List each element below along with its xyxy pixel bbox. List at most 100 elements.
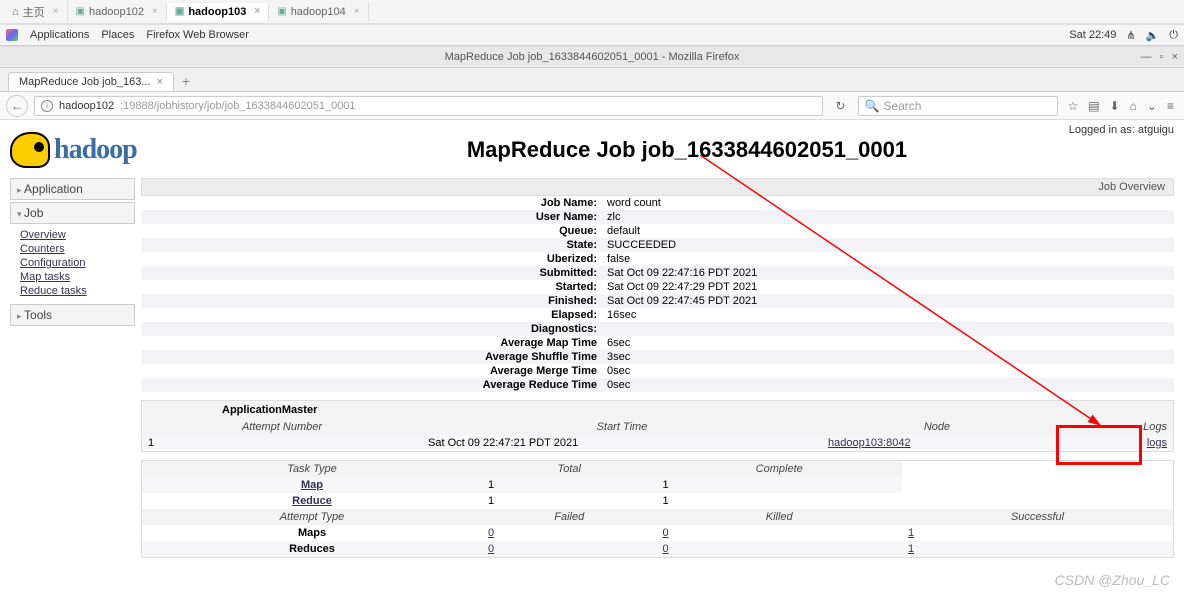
kv-value: false <box>601 252 1174 266</box>
sidebar: Application Job Overview Counters Config… <box>10 178 135 558</box>
logs-link[interactable]: logs <box>1147 437 1167 449</box>
kv-row: Average Shuffle Time3sec <box>141 350 1174 364</box>
terminal-icon: ▣ <box>277 6 286 17</box>
terminal-icon: ▣ <box>175 6 184 17</box>
job-properties: Job Name:word countUser Name:zlcQueue:de… <box>141 196 1174 392</box>
close-icon[interactable]: × <box>354 6 360 17</box>
cell-type: Reduces <box>142 541 482 557</box>
sidebar-section-job[interactable]: Job <box>10 202 135 224</box>
kv-row: Diagnostics: <box>141 322 1174 336</box>
bookmark-icon[interactable]: ☆ <box>1068 99 1079 113</box>
kv-row: Finished:Sat Oct 09 22:47:45 PDT 2021 <box>141 294 1174 308</box>
cell-start: Sat Oct 09 22:47:21 PDT 2021 <box>422 435 822 451</box>
task-block: Task Type Total Complete Map 1 1 Reduce … <box>141 460 1174 558</box>
places-menu[interactable]: Places <box>101 29 134 41</box>
kv-value: default <box>601 224 1174 238</box>
kv-value: Sat Oct 09 22:47:29 PDT 2021 <box>601 280 1174 294</box>
elephant-icon <box>10 132 50 168</box>
kv-row: Elapsed:16sec <box>141 308 1174 322</box>
table-row: 1 Sat Oct 09 22:47:21 PDT 2021 hadoop103… <box>142 435 1173 451</box>
kv-key: Average Map Time <box>141 336 601 350</box>
kv-row: Job Name:word count <box>141 196 1174 210</box>
sidebar-link-map-tasks[interactable]: Map tasks <box>20 270 125 284</box>
col-total: Total <box>482 461 656 477</box>
count-link[interactable]: 0 <box>488 543 494 555</box>
tab-title: MapReduce Job job_163... <box>19 76 150 88</box>
kv-key: State: <box>141 238 601 252</box>
kv-value: SUCCEEDED <box>601 238 1174 252</box>
node-link[interactable]: hadoop103:8042 <box>828 437 911 449</box>
kv-key: Average Shuffle Time <box>141 350 601 364</box>
download-icon[interactable]: ⬇ <box>1110 99 1120 113</box>
sidebar-section-tools[interactable]: Tools <box>10 304 135 326</box>
col-start: Start Time <box>422 419 822 435</box>
kv-key: Average Reduce Time <box>141 378 601 392</box>
sidebar-link-configuration[interactable]: Configuration <box>20 256 125 270</box>
library-icon[interactable]: ▤ <box>1088 99 1099 113</box>
close-icon[interactable]: × <box>53 6 59 17</box>
count-link[interactable]: 1 <box>908 527 914 539</box>
kv-row: Submitted:Sat Oct 09 22:47:16 PDT 2021 <box>141 266 1174 280</box>
site-info-icon[interactable]: i <box>41 100 53 112</box>
appmaster-table: Attempt Number Start Time Node Logs 1 Sa… <box>142 419 1173 451</box>
kv-row: Average Reduce Time0sec <box>141 378 1174 392</box>
appmaster-block: ApplicationMaster Attempt Number Start T… <box>141 400 1174 452</box>
count-link[interactable]: 0 <box>488 527 494 539</box>
search-icon: 🔍 <box>865 99 880 113</box>
cell-type: Maps <box>142 525 482 541</box>
main-panel: Job Overview Job Name:word countUser Nam… <box>141 178 1174 558</box>
kv-row: Queue:default <box>141 224 1174 238</box>
power-icon[interactable]: ⏻ <box>1169 29 1178 42</box>
hadoop-logo[interactable]: hadoop <box>10 126 200 174</box>
network-icon[interactable]: ⋔ <box>1126 29 1135 42</box>
col-failed: Failed <box>482 509 656 525</box>
url-input[interactable]: i hadoop102:19888/jobhistory/job/job_163… <box>34 96 823 116</box>
sidebar-link-counters[interactable]: Counters <box>20 242 125 256</box>
count-link[interactable]: 1 <box>908 543 914 555</box>
back-button[interactable]: ← <box>6 95 28 117</box>
kv-row: User Name:zlc <box>141 210 1174 224</box>
kv-value <box>601 322 1174 336</box>
col-successful: Successful <box>902 509 1173 525</box>
app-name[interactable]: Firefox Web Browser <box>146 29 249 41</box>
search-input[interactable]: 🔍 Search <box>858 96 1058 116</box>
kv-row: Average Merge Time0sec <box>141 364 1174 378</box>
close-button[interactable]: × <box>1172 51 1178 63</box>
ide-tab-hadoop104[interactable]: ▣hadoop104× <box>269 3 368 21</box>
count-link[interactable]: 0 <box>662 527 668 539</box>
kv-key: Submitted: <box>141 266 601 280</box>
sound-icon[interactable]: 🔈 <box>1146 29 1160 42</box>
logo-text: hadoop <box>54 134 137 166</box>
kv-key: Job Name: <box>141 196 601 210</box>
ide-tab-home[interactable]: ⌂主页× <box>4 1 68 23</box>
browser-tab[interactable]: MapReduce Job job_163... × <box>8 72 174 91</box>
window-title-bar: MapReduce Job job_1633844602051_0001 - M… <box>0 46 1184 68</box>
col-killed: Killed <box>656 509 902 525</box>
activities-icon[interactable] <box>6 29 18 41</box>
ide-tab-hadoop102[interactable]: ▣hadoop102× <box>68 3 167 21</box>
pocket-icon[interactable]: ⌄ <box>1147 99 1157 113</box>
cell-complete: 1 <box>656 493 902 509</box>
applications-menu[interactable]: Applications <box>30 29 89 41</box>
watermark: CSDN @Zhou_LC <box>1055 572 1170 588</box>
menu-icon[interactable]: ≡ <box>1167 99 1174 113</box>
reload-button[interactable]: ↻ <box>829 99 851 113</box>
url-path: :19888/jobhistory/job/job_1633844602051_… <box>120 100 356 112</box>
close-icon[interactable]: × <box>254 6 260 17</box>
maximize-button[interactable]: ▫ <box>1160 51 1164 63</box>
new-tab-button[interactable]: + <box>176 71 196 91</box>
reduce-link[interactable]: Reduce <box>292 495 332 507</box>
count-link[interactable]: 0 <box>662 543 668 555</box>
sidebar-link-overview[interactable]: Overview <box>20 228 125 242</box>
minimize-button[interactable]: — <box>1141 51 1152 63</box>
sidebar-section-application[interactable]: Application <box>10 178 135 200</box>
sidebar-link-reduce-tasks[interactable]: Reduce tasks <box>20 284 125 298</box>
kv-key: User Name: <box>141 210 601 224</box>
home-icon[interactable]: ⌂ <box>1130 99 1137 113</box>
ide-tab-hadoop103[interactable]: ▣hadoop103× <box>167 3 269 21</box>
map-link[interactable]: Map <box>301 479 323 491</box>
tasktype-table: Task Type Total Complete Map 1 1 Reduce … <box>142 461 1173 557</box>
window-title: MapReduce Job job_1633844602051_0001 - M… <box>445 51 740 63</box>
close-icon[interactable]: × <box>156 76 162 88</box>
close-icon[interactable]: × <box>152 6 158 17</box>
